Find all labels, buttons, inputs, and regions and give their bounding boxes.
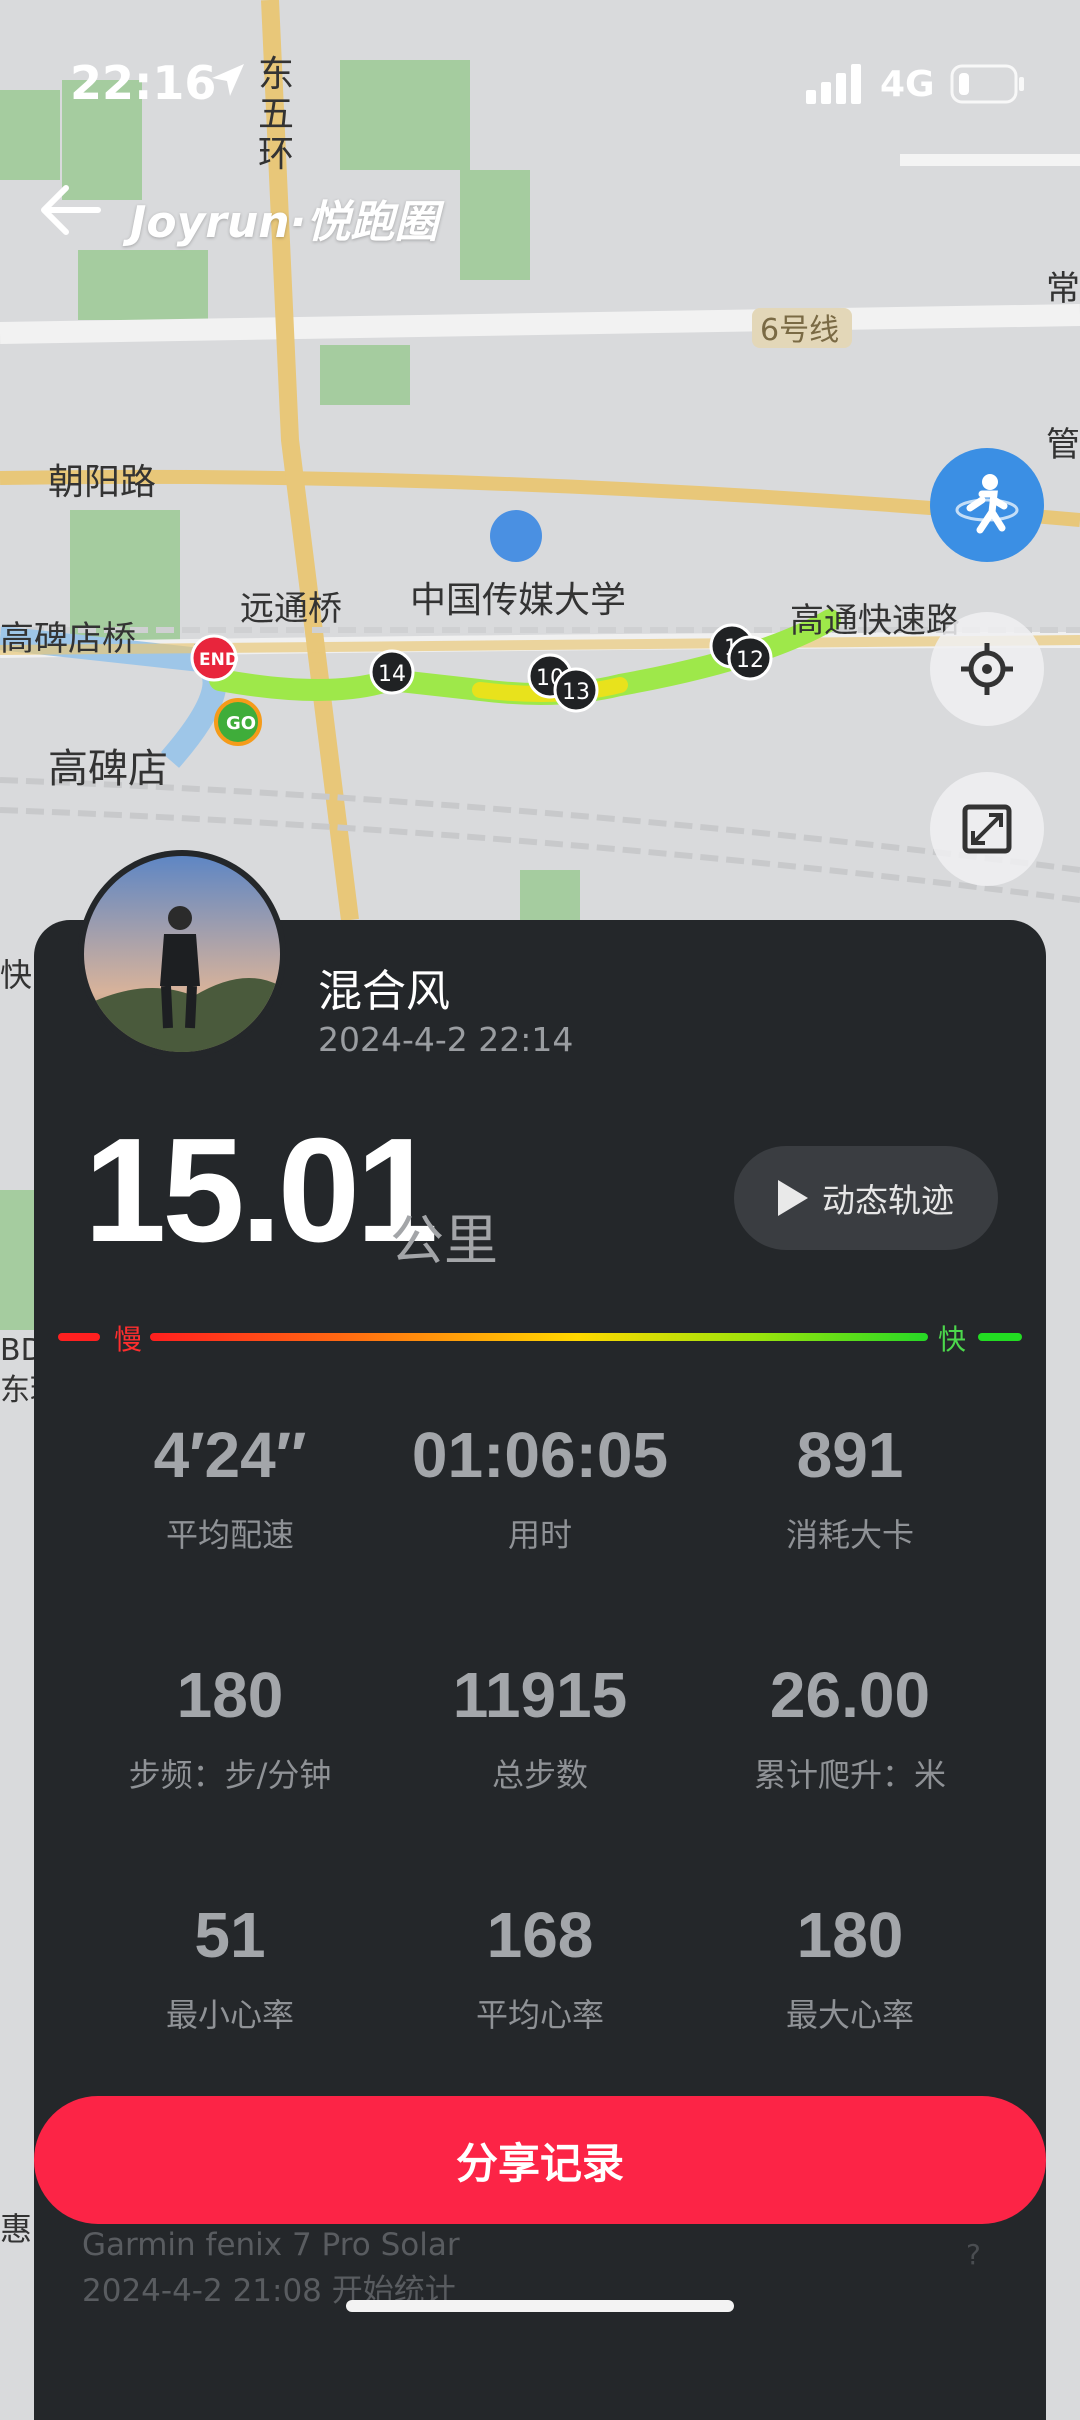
stat-label: 总步数	[491, 1756, 588, 1794]
back-button[interactable]	[38, 180, 102, 240]
play-icon	[778, 1180, 808, 1216]
map-label: 高碑店	[48, 746, 168, 792]
locate-button[interactable]	[930, 612, 1044, 726]
home-indicator[interactable]	[346, 2300, 734, 2312]
battery-icon	[950, 64, 1024, 104]
stat-value: 11915	[452, 1659, 628, 1731]
stat-avg-pace: 4′24″ 平均配速	[70, 1418, 390, 1556]
stat-label: 平均配速	[165, 1516, 294, 1554]
pace-gradient-bar	[150, 1333, 928, 1341]
map-label: 中国传媒大学	[410, 580, 626, 621]
km-marker-label: 13	[562, 680, 590, 705]
stat-cadence: 180 步频：步/分钟	[70, 1658, 390, 1796]
km-marker-label: 12	[736, 648, 764, 673]
stat-calories: 891 消耗大卡	[690, 1418, 1010, 1556]
expand-icon	[962, 804, 1012, 854]
status-time: 22:16	[70, 56, 217, 110]
stat-value: 26.00	[769, 1659, 931, 1731]
km-marker-label: 14	[378, 662, 406, 687]
park-area	[78, 250, 208, 320]
map-label: 高碑店桥	[0, 619, 136, 659]
avatar-photo	[84, 856, 280, 1052]
pace-bar-slow-cap	[58, 1333, 100, 1341]
map-label: 朝阳路	[48, 462, 156, 503]
stat-value: 4′24″	[153, 1419, 307, 1491]
park-area	[520, 870, 580, 920]
distance-value: 15.01	[84, 1108, 438, 1273]
stat-label: 累计爬升：米	[753, 1756, 946, 1794]
end-marker-label: END	[199, 650, 239, 670]
dynamic-track-label: 动态轨迹	[822, 1181, 954, 1220]
run-date: 2024-4-2 22:14	[318, 1020, 574, 1059]
running-mode-button[interactable]	[930, 448, 1044, 562]
fullscreen-button[interactable]	[930, 772, 1044, 886]
crosshair-icon	[961, 643, 1013, 695]
park-area	[320, 345, 410, 405]
runner-icon	[955, 474, 1019, 534]
stat-duration: 01:06:05 用时	[380, 1418, 700, 1556]
stat-label: 步频：步/分钟	[128, 1756, 332, 1794]
park-area	[460, 170, 530, 280]
stat-label: 最小心率	[165, 1996, 294, 2034]
stat-value: 168	[486, 1899, 594, 1971]
stat-label: 平均心率	[475, 1996, 604, 2034]
go-marker-label: GO	[226, 713, 256, 734]
stat-total-steps: 11915 总步数	[380, 1658, 700, 1796]
user-name: 混合风	[318, 966, 450, 1017]
pace-fast-label: 快	[938, 1323, 967, 1356]
share-record-button[interactable]: 分享记录	[34, 2096, 1046, 2224]
stat-min-heart-rate: 51 最小心率	[70, 1898, 390, 2036]
stat-value: 51	[194, 1899, 266, 1971]
map-label: 6号线	[760, 313, 839, 348]
stat-elevation-gain: 26.00 累计爬升：米	[690, 1658, 1010, 1796]
stat-label: 用时	[507, 1516, 572, 1554]
stat-label: 消耗大卡	[785, 1516, 914, 1554]
help-icon[interactable]: ?	[966, 2238, 981, 2271]
stat-max-heart-rate: 180 最大心率	[690, 1898, 1010, 2036]
map-label: 常	[1046, 269, 1080, 309]
dynamic-track-button[interactable]: 动态轨迹	[734, 1146, 998, 1250]
stat-value: 180	[176, 1659, 284, 1731]
status-bar: 22:16 4G	[0, 0, 1080, 170]
back-arrow-icon	[41, 185, 101, 235]
distance-unit: 公里	[390, 1209, 498, 1272]
pace-bar-fast-cap	[978, 1333, 1022, 1341]
location-arrow-icon	[212, 64, 244, 96]
app-logo: Joyrun·悦跑圈	[130, 197, 439, 248]
map-label: 惠	[0, 2210, 32, 2248]
map-label: 远通桥	[240, 589, 342, 629]
map-label: 管	[1046, 425, 1080, 465]
stat-avg-heart-rate: 168 平均心率	[380, 1898, 700, 2036]
stat-value: 01:06:05	[411, 1419, 669, 1491]
network-type: 4G	[880, 64, 935, 105]
stat-label: 最大心率	[785, 1996, 914, 2034]
pace-slow-label: 慢	[114, 1323, 143, 1356]
university-icon	[490, 510, 542, 562]
avatar[interactable]	[78, 850, 286, 1058]
map-label: 高通快速路	[790, 601, 960, 641]
signal-icon	[806, 64, 861, 104]
map-label: 快	[0, 956, 32, 994]
stat-value: 891	[796, 1419, 904, 1491]
device-name: Garmin fenix 7 Pro Solar	[82, 2227, 460, 2263]
stat-value: 180	[796, 1899, 904, 1971]
